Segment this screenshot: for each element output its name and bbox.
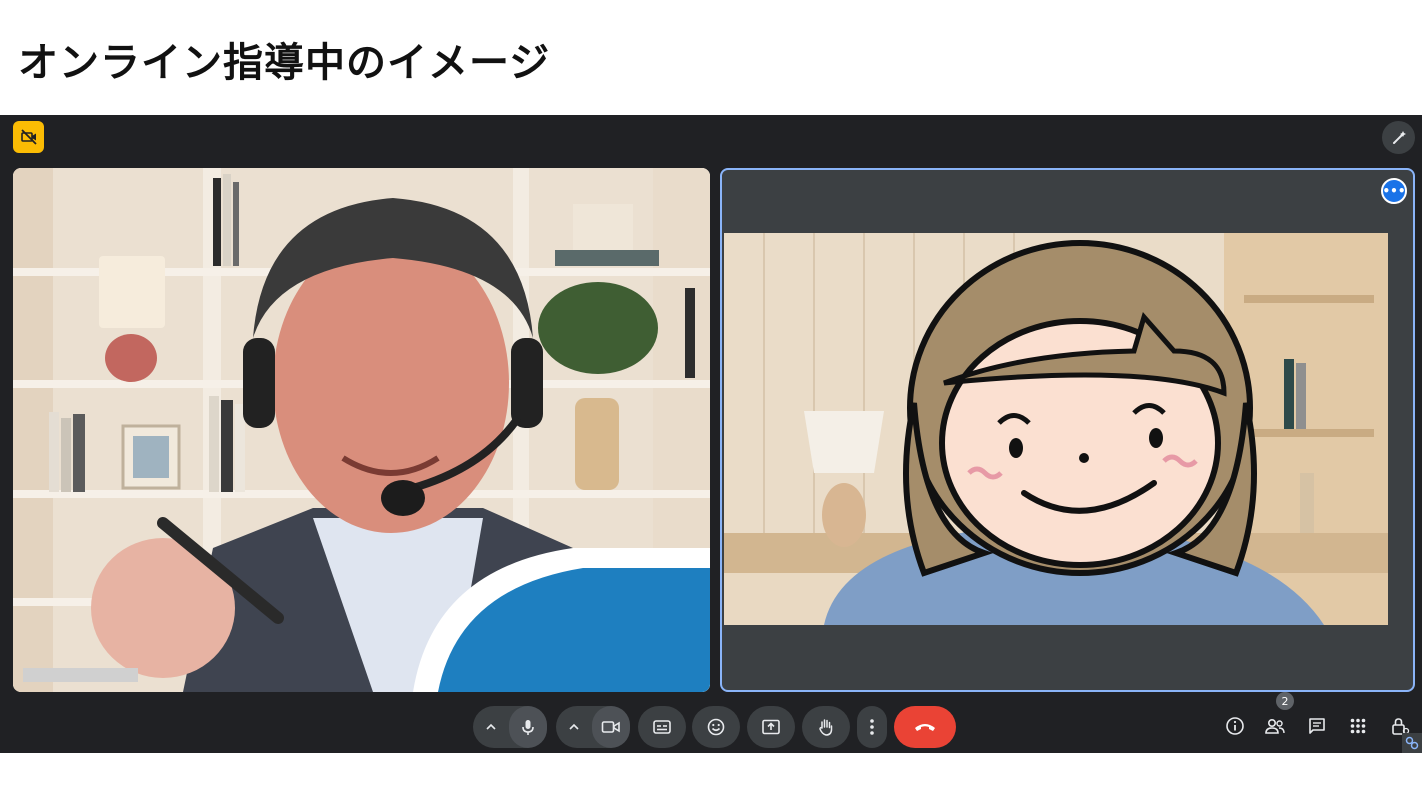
meeting-info-button[interactable] [1221,712,1249,740]
people-button[interactable] [1261,712,1289,740]
mic-control-group [473,706,547,748]
raise-hand-button[interactable] [802,706,850,748]
camera-control-group [556,706,630,748]
activities-button[interactable] [1344,712,1372,740]
participant-video-student [724,233,1388,625]
magic-pen-icon[interactable] [1382,121,1415,154]
reactions-button[interactable] [692,706,740,748]
present-screen-button[interactable] [747,706,795,748]
people-icon [1265,718,1285,734]
raise-hand-icon [819,719,833,736]
captions-icon [653,720,671,734]
no-camera-icon[interactable] [13,121,44,153]
present-icon [762,719,780,735]
tile-more-options-button[interactable]: ••• [1381,178,1407,204]
more-options-button[interactable] [857,706,887,748]
info-icon [1226,717,1244,735]
video-call-window: ••• 2 [0,115,1422,753]
participant-video-teacher [13,168,710,692]
participant-name-label [23,668,138,682]
camera-options-button[interactable] [556,706,592,748]
captions-button[interactable] [638,706,686,748]
activities-icon [1350,718,1366,734]
participant-tile-teacher[interactable] [13,168,710,692]
end-call-icon [915,724,935,731]
participant-tile-student[interactable]: ••• [720,168,1415,692]
mic-icon [522,720,534,735]
page-title: オンライン指導中のイメージ [18,40,551,86]
chat-button[interactable] [1303,712,1331,740]
call-controls-toolbar: 2 [0,692,1422,753]
end-call-button[interactable] [894,706,956,748]
participants-count-badge: 2 [1276,692,1294,710]
link-icon [1402,733,1422,753]
emoji-icon [707,718,725,736]
chat-icon [1309,718,1325,734]
chevron-up-icon [569,723,579,730]
more-vert-icon [870,719,874,735]
chevron-up-icon [486,723,496,730]
camera-button[interactable] [592,706,630,748]
camera-icon [601,721,620,733]
mic-options-button[interactable] [473,706,509,748]
microphone-button[interactable] [509,706,547,748]
